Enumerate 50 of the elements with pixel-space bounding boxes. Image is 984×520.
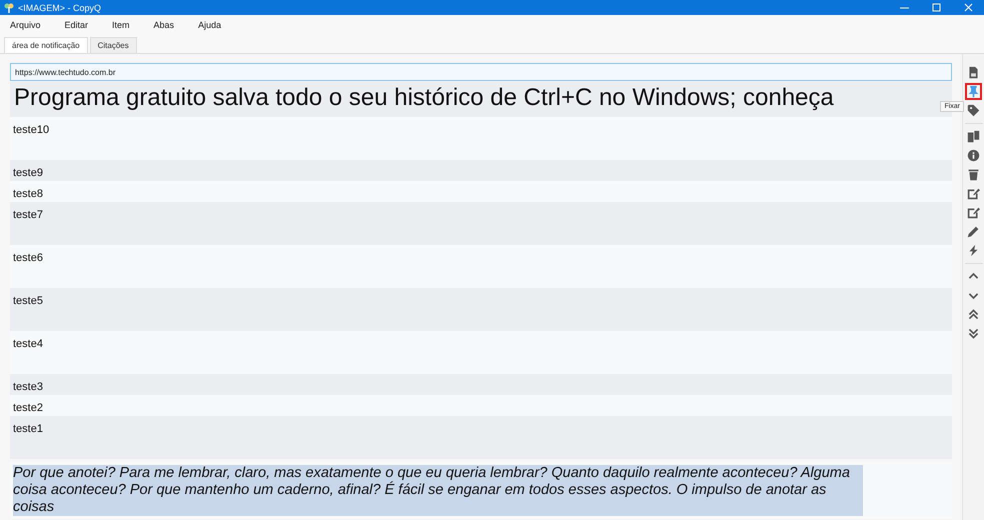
item-editor-field[interactable]: https://www.techtudo.com.br	[10, 63, 952, 81]
clipboard-item[interactable]: teste10	[10, 117, 952, 160]
window-title: <IMAGEM> - CopyQ	[18, 2, 102, 12]
clipboard-item[interactable]	[10, 462, 952, 519]
clipboard-item[interactable]: teste9	[10, 160, 952, 181]
clipboard-item[interactable]: teste8	[10, 181, 952, 202]
menu-item[interactable]: Item	[104, 20, 138, 30]
clipboard-item[interactable]: teste3	[10, 374, 952, 395]
item-text: teste10	[13, 124, 50, 136]
trash-icon	[967, 168, 980, 181]
close-icon	[964, 3, 972, 12]
item-text: teste5	[13, 295, 43, 307]
item-text: teste3	[13, 381, 43, 393]
menu-item[interactable]: Arquivo	[2, 20, 49, 30]
document-icon	[967, 66, 980, 79]
copy-icon	[967, 130, 980, 143]
toolbar-button[interactable]	[965, 128, 982, 145]
tab[interactable]: área de notificação	[4, 37, 88, 53]
toolbar-button[interactable]	[965, 102, 982, 119]
item-text: teste4	[13, 338, 43, 350]
clipboard-item[interactable]: teste6	[10, 245, 952, 288]
item-text: teste6	[13, 252, 43, 264]
double-chevron-down-icon	[967, 327, 980, 340]
pin-icon	[967, 85, 980, 98]
info-icon	[967, 149, 980, 162]
pencil-icon	[967, 225, 980, 238]
app-icon	[4, 2, 14, 12]
edit-icon	[967, 206, 980, 219]
menu-item[interactable]: Editar	[56, 20, 96, 30]
tab[interactable]: Citações	[90, 37, 137, 53]
edit-icon	[967, 187, 980, 200]
item-text: teste9	[13, 167, 43, 179]
lightning-icon	[967, 244, 980, 257]
tag-icon	[967, 104, 980, 117]
clipboard-item[interactable]: teste7	[10, 202, 952, 245]
item-text: Programa gratuito salva todo o seu histórico de Ctrl+C no Windows; conheça	[14, 84, 834, 111]
item-text: teste1	[13, 423, 43, 435]
item-text: teste7	[13, 209, 43, 221]
item-text: teste8	[13, 188, 43, 200]
menu-item[interactable]: Ajuda	[190, 20, 230, 30]
clipboard-item[interactable]: teste1	[10, 416, 952, 459]
maximize-icon	[932, 3, 940, 12]
clipboard-item[interactable]: teste2	[10, 395, 952, 416]
clipboard-item[interactable]: teste5	[10, 288, 952, 331]
menu-item[interactable]: Abas	[146, 20, 182, 30]
item-text: Por que anotei? Para me lembrar, claro, mas exatamente o que eu queria lembrar? Quanto daquilo realmente aconteceu? Alguma coisa aconteceu? Por que mantenho um caderno, afinal? É fácil se enganar em todos esses aspectos. O impulso de anotar as coisas	[13, 465, 863, 516]
item-text: teste2	[13, 402, 43, 414]
clipboard-item[interactable]: teste4	[10, 331, 952, 374]
toolbar-button[interactable]	[965, 147, 982, 164]
double-chevron-up-icon	[967, 308, 980, 321]
